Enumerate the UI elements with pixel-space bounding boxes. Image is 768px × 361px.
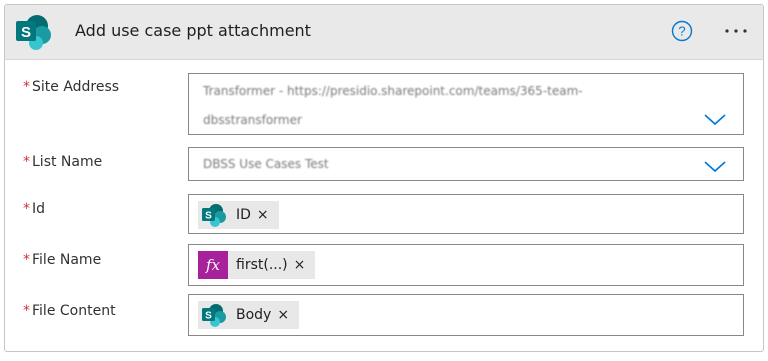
chevron-down-icon[interactable] (703, 112, 727, 126)
remove-token-icon[interactable]: × (277, 307, 289, 323)
id-label: * Id (23, 201, 45, 217)
action-header[interactable]: S Add use case ppt attachment ? (5, 5, 763, 60)
required-mark: * (23, 201, 30, 217)
more-ellipsis-icon[interactable] (721, 19, 751, 43)
svg-text:S: S (205, 311, 212, 322)
file-content-input[interactable]: S Body × (188, 294, 744, 336)
id-input[interactable]: S ID × (188, 194, 744, 234)
file-content-label-text: File Content (32, 303, 116, 319)
svg-text:?: ? (678, 24, 685, 39)
expression-token[interactable]: fx first(...) × (198, 251, 316, 279)
file-name-label-text: File Name (32, 252, 102, 268)
site-address-dropdown[interactable]: Transformer - https://presidio.sharepoin… (188, 73, 744, 135)
token-label: Body (236, 307, 272, 323)
dynamic-content-token[interactable]: S ID × (198, 201, 279, 229)
site-address-label: * Site Address (23, 79, 119, 95)
action-title: Add use case ppt attachment (75, 21, 311, 40)
token-label: ID (236, 207, 251, 223)
fx-expression-icon: fx (198, 251, 228, 279)
sharepoint-icon: S (202, 304, 226, 327)
list-name-value: DBSS Use Cases Test (203, 157, 329, 171)
chevron-down-icon[interactable] (703, 159, 727, 173)
dynamic-content-token[interactable]: S Body × (198, 301, 300, 329)
file-name-input[interactable]: fx first(...) × (188, 244, 744, 286)
svg-text:S: S (21, 24, 31, 41)
site-address-value-line2: dbsstransformer (203, 113, 302, 127)
id-label-text: Id (32, 201, 46, 217)
svg-text:S: S (205, 211, 212, 222)
sharepoint-logo-icon: S (16, 15, 51, 50)
file-content-label: * File Content (23, 303, 116, 319)
required-mark: * (23, 303, 30, 319)
list-name-label-text: List Name (32, 154, 103, 170)
token-label: first(...) (236, 257, 288, 273)
list-name-label: * List Name (23, 154, 102, 170)
list-name-dropdown[interactable]: DBSS Use Cases Test (188, 147, 744, 181)
required-mark: * (23, 252, 30, 268)
action-card: S Add use case ppt attachment ? * Site Ad… (4, 4, 764, 352)
remove-token-icon[interactable]: × (294, 257, 306, 273)
help-circle-icon[interactable]: ? (671, 20, 693, 42)
required-mark: * (23, 154, 30, 170)
required-mark: * (23, 79, 30, 95)
site-address-label-text: Site Address (32, 79, 120, 95)
sharepoint-icon: S (202, 204, 226, 227)
site-address-value-line1: Transformer - https://presidio.sharepoin… (203, 84, 583, 98)
file-name-label: * File Name (23, 252, 101, 268)
remove-token-icon[interactable]: × (257, 207, 269, 223)
